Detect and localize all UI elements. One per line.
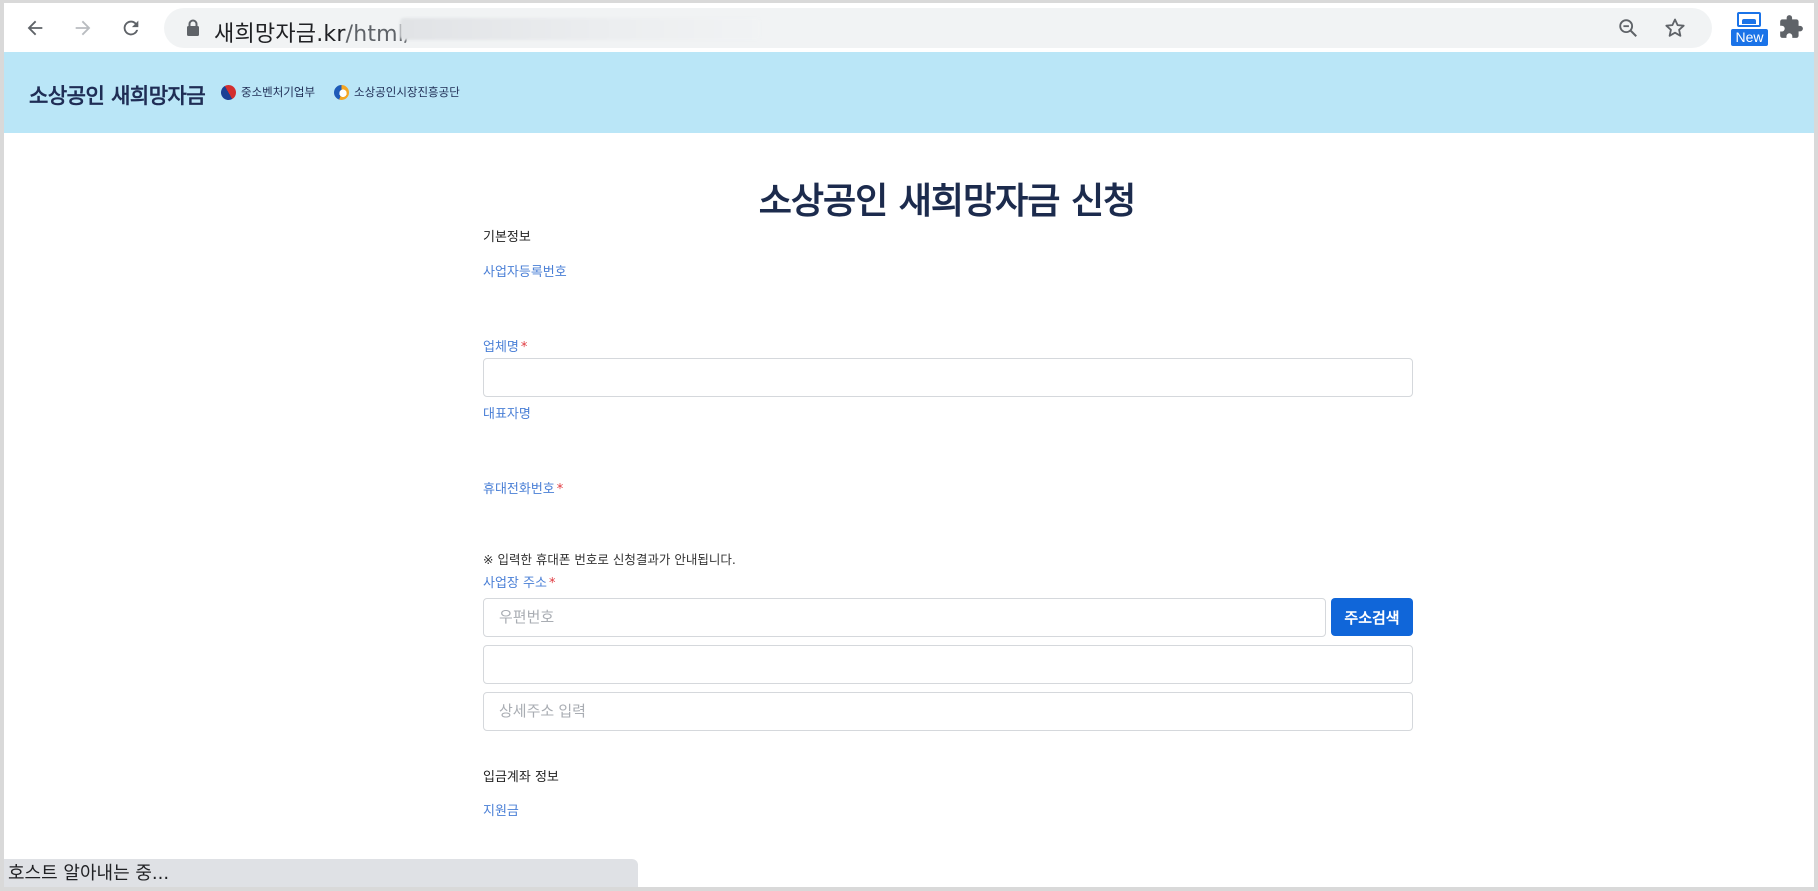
taegeuk-emblem-icon <box>218 81 239 103</box>
lock-icon <box>187 19 199 36</box>
agency-emblem-icon <box>334 84 349 100</box>
back-button[interactable] <box>18 11 52 45</box>
detail-address-input[interactable] <box>483 692 1413 731</box>
window-frame <box>0 0 1818 891</box>
url-redacted-area <box>400 18 760 40</box>
star-icon[interactable] <box>1662 15 1688 41</box>
forward-arrow-icon <box>75 20 91 36</box>
mobile-label: 휴대전화번호 * <box>483 482 564 497</box>
org-ministry: 중소벤처기업부 <box>218 81 316 103</box>
reload-button[interactable] <box>114 11 148 45</box>
new-badge: New <box>1731 29 1768 46</box>
browser-toolbar: 새희망자금.kr/html/ New <box>4 3 1814 53</box>
status-bubble: 호스트 알아내는 중... <box>4 859 638 888</box>
address-label: 사업장 주소 * <box>483 576 556 591</box>
address-input[interactable] <box>483 645 1413 684</box>
site-brand[interactable]: 소상공인 새희망자금 <box>29 80 206 110</box>
zoom-out-icon[interactable] <box>1615 15 1641 41</box>
support-amount-label: 지원금 <box>483 804 519 819</box>
forward-button[interactable] <box>66 11 100 45</box>
deposit-account-heading: 입금계좌 정보 <box>483 770 559 785</box>
org-agency: 소상공인시장진흥공단 <box>334 84 460 100</box>
org-ministry-label: 중소벤처기업부 <box>241 85 316 99</box>
basic-info-heading: 기본정보 <box>483 230 531 245</box>
company-name-label: 업체명 * <box>483 340 528 355</box>
org-agency-label: 소상공인시장진흥공단 <box>354 85 460 99</box>
url-text: 새희망자금.kr/html/ <box>214 22 412 47</box>
extension-new-button[interactable]: New <box>1728 12 1768 48</box>
representative-label: 대표자명 <box>483 407 531 422</box>
site-header: 소상공인 새희망자금 중소벤처기업부 소상공인시장진흥공단 <box>4 52 1814 133</box>
back-arrow-icon <box>27 20 43 36</box>
postal-code-input[interactable] <box>483 598 1326 637</box>
business-number-label: 사업자등록번호 <box>483 265 567 280</box>
address-search-button[interactable]: 주소검색 <box>1331 598 1413 636</box>
reload-icon <box>123 20 139 36</box>
page-title: 소상공인 새희망자금 신청 <box>758 181 1136 222</box>
company-name-input[interactable] <box>483 358 1413 397</box>
address-bar[interactable]: 새희망자금.kr/html/ <box>164 8 1712 48</box>
extension-icon <box>1737 12 1761 27</box>
extensions-puzzle-icon[interactable] <box>1778 14 1808 44</box>
mobile-note: ※ 입력한 휴대폰 번호로 신청결과가 안내됩니다. <box>483 552 736 567</box>
